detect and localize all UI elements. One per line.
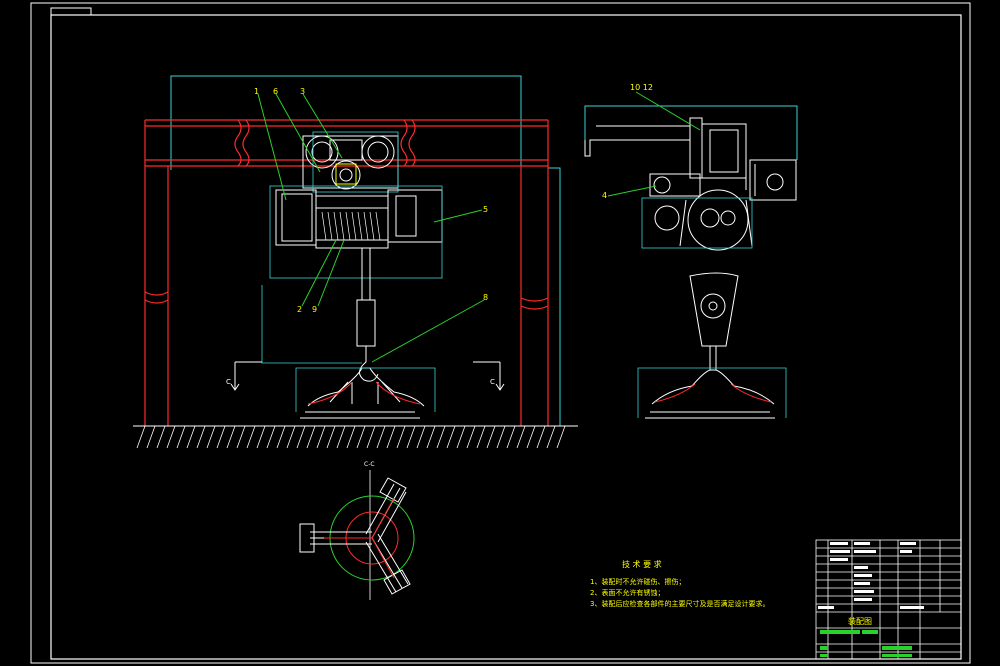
ground-hatch <box>136 425 566 449</box>
side-load <box>645 369 775 419</box>
callout-6: 6 <box>273 87 278 96</box>
side-motor <box>749 159 797 201</box>
section-view-label: C-C <box>364 461 375 468</box>
front-view <box>133 75 578 449</box>
hook-assembly <box>356 248 379 382</box>
callout-8: 8 <box>483 293 488 302</box>
callout-1: 1 <box>254 87 259 96</box>
side-load-red <box>654 383 772 403</box>
section-view-cc <box>299 470 415 600</box>
hook-envelope <box>261 285 362 364</box>
tech-requirement-2: 2、表面不允许有锈蚀； <box>590 588 664 597</box>
inner-sheet-border <box>50 14 962 660</box>
assembly-drawing-canvas: 1 6 3 5 2 9 8 C C 10 12 4 C-C 技 术 要 求 1、… <box>30 2 971 664</box>
callout-4: 4 <box>602 191 607 200</box>
gantry-dim-right <box>548 167 561 427</box>
side-gearbox <box>654 189 753 251</box>
side-hook-block <box>689 272 739 370</box>
tech-requirement-1: 1、装配时不允许碰伤、擦伤； <box>590 577 685 586</box>
drawing-title: 装配图 <box>848 616 872 626</box>
corner-label-box <box>50 7 92 16</box>
load-outline-red <box>307 381 421 405</box>
i-beam-rail <box>145 119 548 167</box>
section-c-right-marker <box>473 361 505 391</box>
trolley <box>302 135 399 190</box>
leader-lines-side <box>607 91 701 197</box>
tech-requirement-3: 3、装配后应检查各部件的主要尺寸及是否满足设计要求。 <box>590 599 769 608</box>
section-label-right: C <box>490 378 495 386</box>
callout-10-12: 10 12 <box>630 83 653 92</box>
callout-9: 9 <box>312 305 317 314</box>
side-rail-beam <box>584 125 691 157</box>
section-c-left-marker <box>230 361 262 391</box>
tech-requirements-title: 技 术 要 求 <box>622 559 662 569</box>
title-block-cell-marks <box>818 542 924 609</box>
gantry-outline <box>170 75 522 170</box>
leader-lines-front <box>257 93 485 363</box>
side-view <box>584 91 798 419</box>
lifted-load <box>300 367 425 419</box>
rope-drum-windings <box>321 211 381 241</box>
callout-3: 3 <box>300 87 305 96</box>
load-envelope <box>295 367 436 412</box>
section-label-left: C <box>226 378 231 386</box>
title-block <box>815 539 962 660</box>
callout-5: 5 <box>483 205 488 214</box>
section-red-arms <box>324 497 395 579</box>
side-load-envelope <box>637 367 787 418</box>
side-trolley <box>649 117 747 197</box>
side-hoist-envelope <box>641 197 753 249</box>
side-gantry-outline <box>584 105 798 160</box>
callout-2: 2 <box>297 305 302 314</box>
